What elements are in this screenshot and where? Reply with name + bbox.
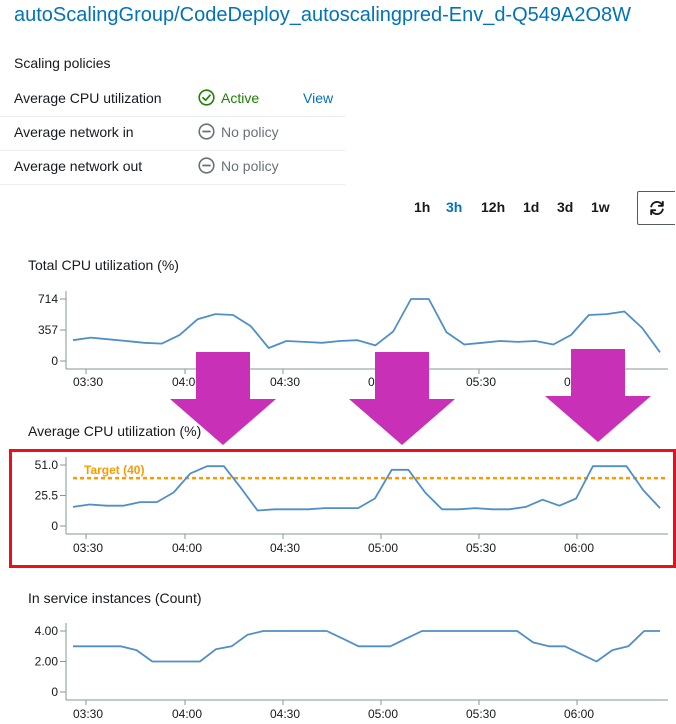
y-tick-label: 0 bbox=[51, 354, 58, 368]
y-tick-label: 4.00 bbox=[35, 624, 59, 638]
series-line bbox=[73, 630, 660, 663]
x-tick-label: 05:00 bbox=[368, 707, 398, 721]
x-tick-label: 04:30 bbox=[270, 707, 300, 721]
x-tick-label: 03:30 bbox=[73, 707, 103, 721]
series-line bbox=[72, 298, 661, 353]
charts-canvas: 714357003:3004:0004:3005:0005:3006:00 51… bbox=[35, 291, 668, 721]
x-tick-label: 04:00 bbox=[172, 707, 202, 721]
x-tick-label: 04:30 bbox=[270, 375, 300, 389]
annotation-arrows bbox=[170, 349, 651, 445]
instances-chart: 4.00 2.00 0 03:30 04:00 04:30 05:00 05:30 06:00 bbox=[35, 623, 668, 721]
down-arrow-icon bbox=[170, 352, 276, 445]
down-arrow-icon bbox=[349, 352, 455, 445]
y-tick-label: 357 bbox=[38, 323, 58, 337]
highlight-box bbox=[9, 449, 676, 568]
x-tick-label: 06:00 bbox=[564, 707, 594, 721]
x-tick-label: 05:30 bbox=[466, 707, 496, 721]
y-tick-label: 714 bbox=[38, 292, 58, 306]
x-tick-label: 03:30 bbox=[73, 375, 103, 389]
x-tick-label: 05:30 bbox=[466, 375, 496, 389]
down-arrow-icon bbox=[545, 349, 651, 442]
y-tick-label: 2.00 bbox=[35, 655, 59, 669]
y-tick-label: 0 bbox=[51, 685, 58, 699]
